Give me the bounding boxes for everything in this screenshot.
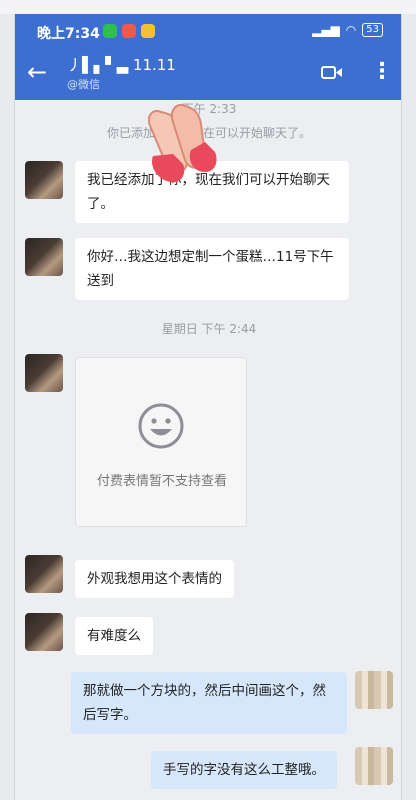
wifi-icon: ◠	[345, 23, 357, 37]
message-bubble[interactable]: 外观我想用这个表情的	[75, 560, 234, 598]
chat-subtitle: @微信	[67, 78, 100, 91]
message-bubble[interactable]: 有难度么	[75, 617, 153, 655]
battery-icon: 53	[362, 23, 383, 37]
chat-header: ← 丿▌▖▘▃ 11.11 @微信 ⋮	[15, 48, 401, 100]
contact-avatar[interactable]	[25, 161, 63, 199]
my-avatar[interactable]	[355, 747, 393, 785]
my-message-bubble[interactable]: 那就做一个方块的，然后中间画这个，然后写字。	[71, 672, 347, 734]
video-call-icon[interactable]	[321, 65, 343, 80]
contact-avatar[interactable]	[25, 555, 63, 593]
app-notification-icon-2	[141, 24, 155, 38]
phone-screen: 晚上7:34 ▂▄▆ ◠ 53 ← 丿▌▖▘▃ 11.11 @微信 ⋮ 下午 2…	[14, 14, 402, 800]
screenshot-top-edge	[0, 0, 416, 14]
status-icons: ▂▄▆ ◠ 53	[312, 23, 383, 37]
contact-avatar[interactable]	[25, 354, 63, 392]
more-vertical-icon[interactable]: ⋮	[371, 60, 393, 84]
contact-avatar[interactable]	[25, 238, 63, 276]
app-notification-icon	[122, 24, 136, 38]
wechat-notification-icon	[103, 24, 117, 38]
my-message-bubble[interactable]: 手写的字没有这么工整哦。	[151, 751, 337, 789]
sticker-message[interactable]: 付费表情暂不支持查看	[75, 357, 247, 527]
my-avatar[interactable]	[355, 671, 393, 709]
timestamp: 星期日 下午 2:44	[161, 322, 257, 336]
sticker-caption: 付费表情暂不支持查看	[96, 474, 227, 489]
status-time: 晚上7:34	[37, 26, 100, 42]
crossed-fingers-emoji-overlay	[147, 104, 217, 183]
contact-avatar[interactable]	[25, 613, 63, 651]
status-bar: 晚上7:34 ▂▄▆ ◠ 53	[15, 14, 401, 48]
chat-title: 丿▌▖▘▃ 11.11	[67, 56, 176, 74]
message-bubble[interactable]: 你好…我这边想定制一个蛋糕…11号下午送到	[75, 238, 349, 300]
smiley-face-icon	[138, 403, 184, 449]
back-arrow-icon[interactable]: ←	[27, 58, 47, 86]
signal-icon: ▂▄▆	[312, 23, 340, 37]
